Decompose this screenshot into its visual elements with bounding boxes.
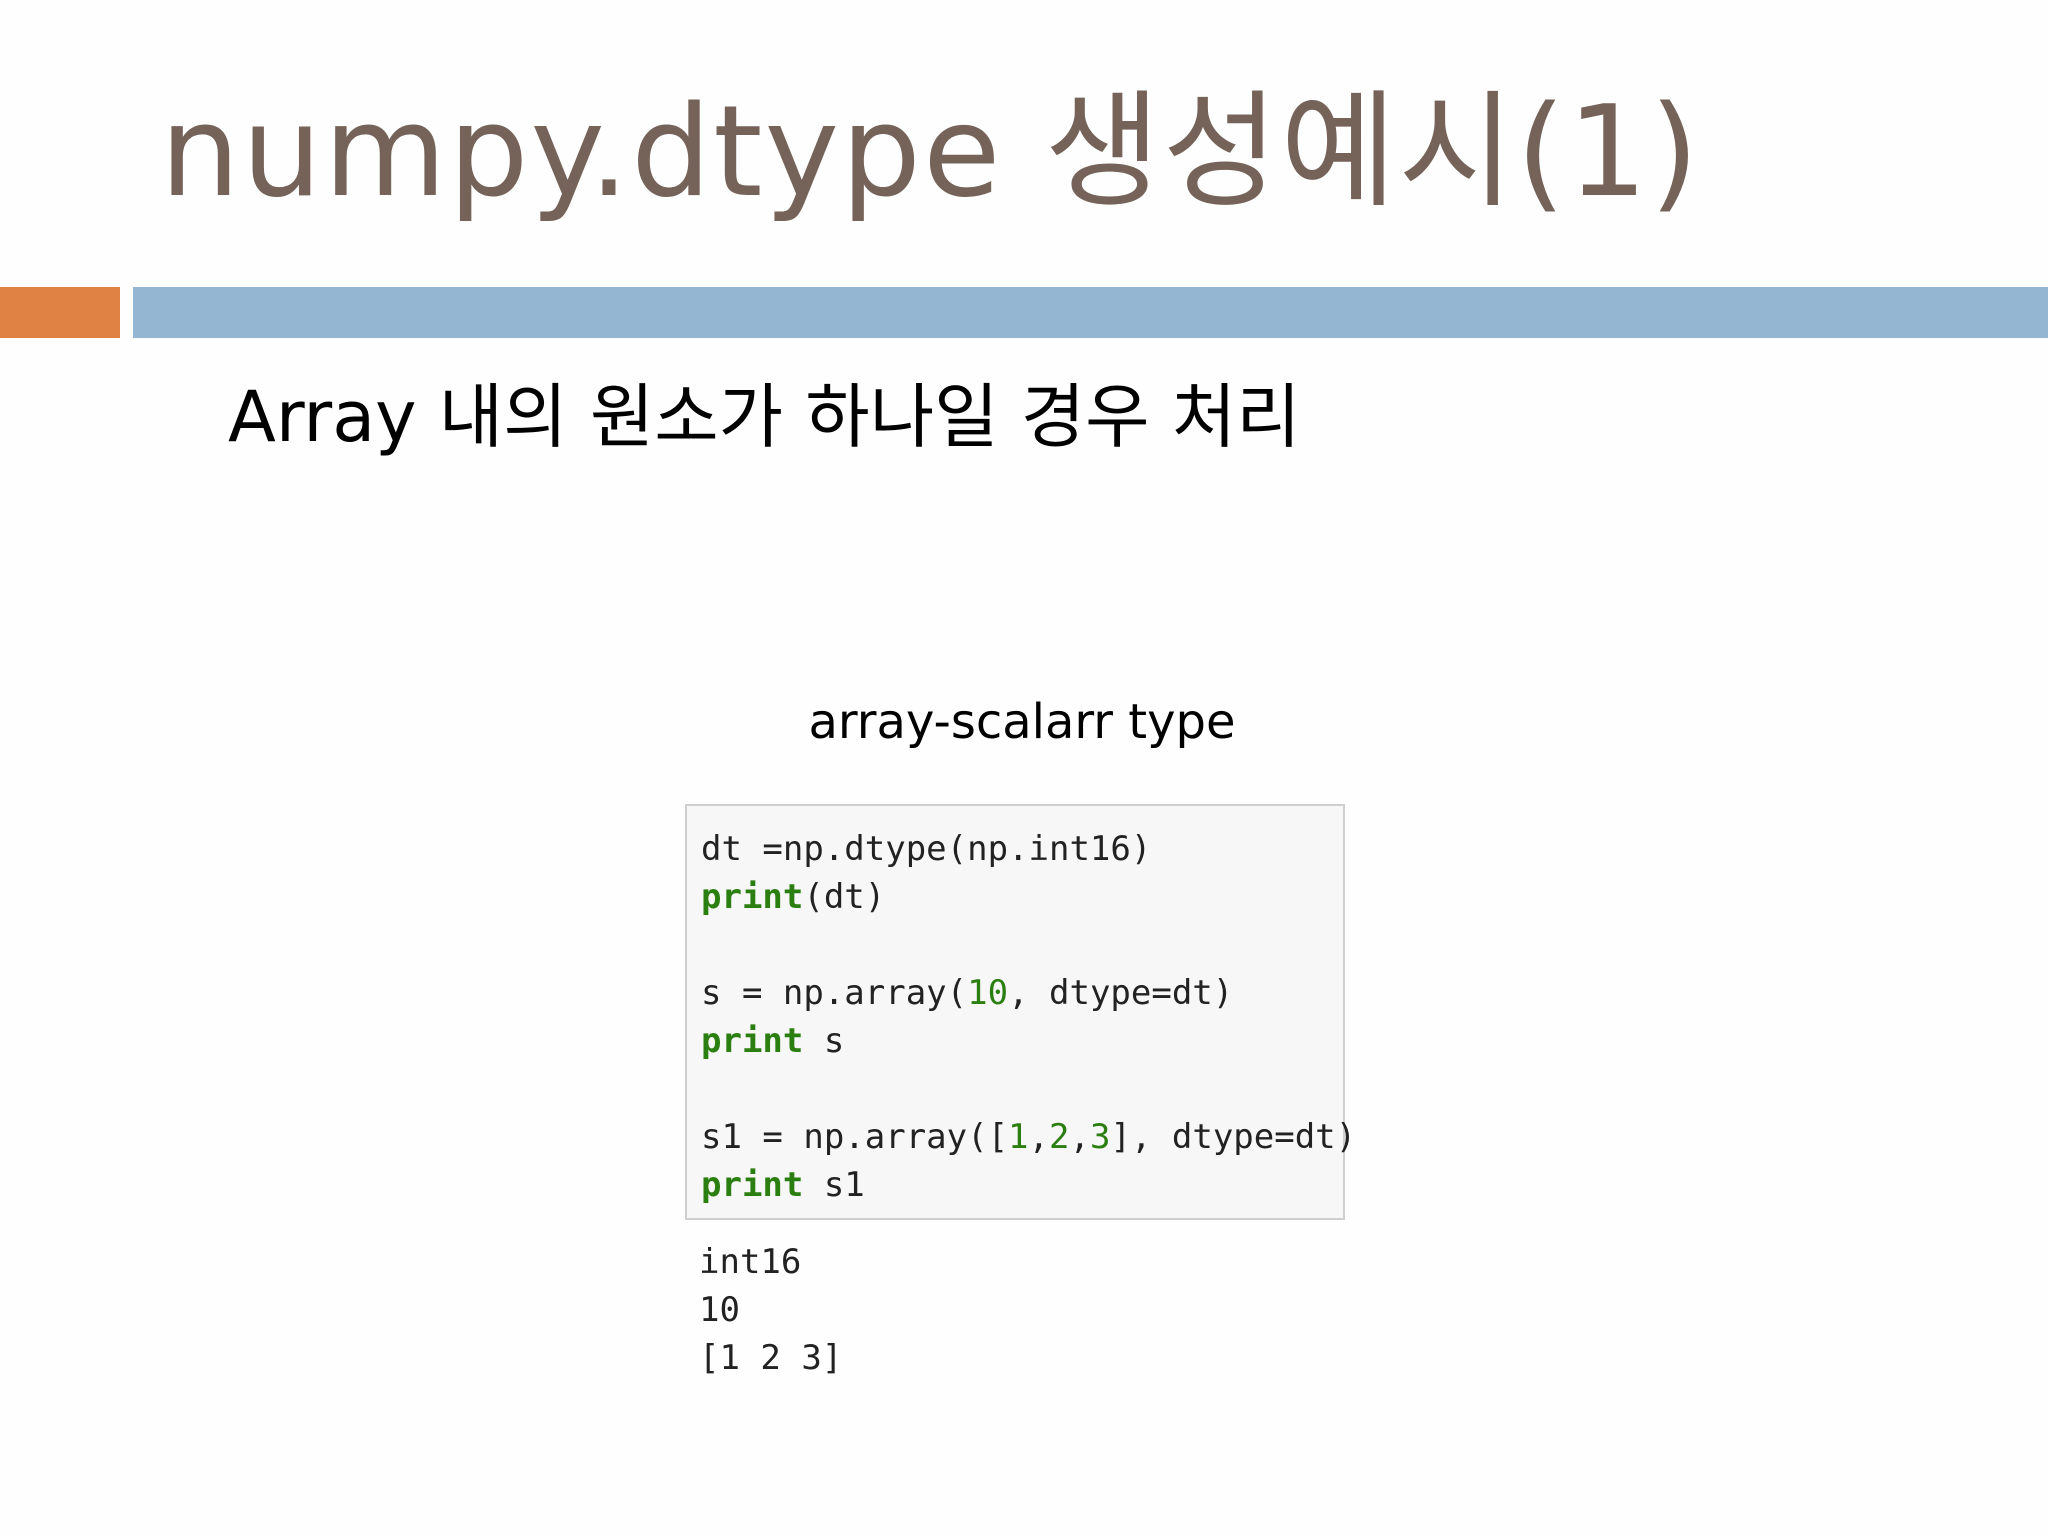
code-line-4: print s — [701, 1017, 844, 1065]
code-text: , — [1028, 1117, 1050, 1157]
code-line-2: print(dt) — [701, 873, 885, 921]
code-line-1: dt =np.dtype(np.int16) — [701, 829, 1152, 869]
output-line-1: int16 — [699, 1242, 802, 1282]
code-text: s = np.array( — [701, 973, 968, 1013]
code-text: , — [1069, 1117, 1090, 1157]
code-line-5: s1 = np.array([1,2,3], dtype=dt) — [701, 1113, 1356, 1161]
bullet-text: Array 내의 원소가 하나일 경우 처리 — [228, 376, 1301, 458]
code-text: (dt) — [803, 877, 886, 917]
code-line-3: s = np.array(10, dtype=dt) — [701, 969, 1233, 1017]
number-literal: 2 — [1049, 1117, 1070, 1157]
keyword-print: print — [701, 877, 804, 917]
accent-bar-blue — [133, 287, 2048, 338]
code-text: s1 — [803, 1165, 865, 1205]
slide: numpy.dtype 생성예시(1) Array 내의 원소가 하나일 경우 … — [0, 0, 2048, 1536]
code-text: s1 = np.array([ — [701, 1117, 1009, 1157]
slide-title: numpy.dtype 생성예시(1) — [160, 78, 1701, 225]
code-cell: dt =np.dtype(np.int16) print(dt) s = np.… — [685, 804, 1356, 1220]
output-line-3: [1 2 3] — [699, 1338, 843, 1378]
output-line-2: 10 — [699, 1290, 740, 1330]
accent-bar-orange — [0, 287, 120, 338]
number-literal: 10 — [967, 973, 1009, 1013]
code-line-6: print s1 — [701, 1161, 865, 1209]
number-literal: 1 — [1008, 1117, 1029, 1157]
number-literal: 3 — [1089, 1117, 1111, 1157]
code-caption: array-scalarr type — [0, 686, 2048, 758]
code-text: ], dtype=dt) — [1110, 1117, 1357, 1157]
keyword-print: print — [701, 1021, 804, 1061]
code-text: s — [803, 1021, 845, 1061]
code-caption-text: array-scalarr type — [808, 694, 1236, 750]
code-text: , dtype=dt) — [1008, 973, 1234, 1013]
keyword-print: print — [701, 1165, 804, 1205]
